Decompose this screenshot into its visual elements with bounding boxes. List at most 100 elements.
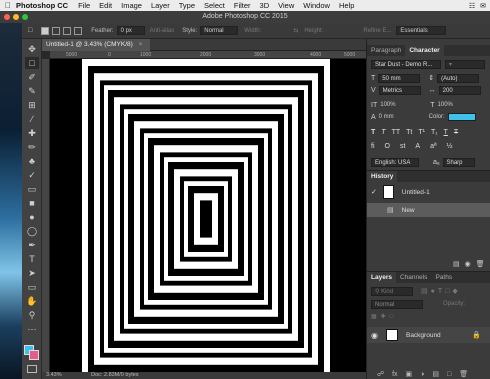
link-layers-icon[interactable]: ☍ [377, 370, 384, 378]
menu-3d[interactable]: 3D [260, 1, 270, 10]
swash-icon[interactable]: О [385, 143, 390, 150]
menu-edit[interactable]: Edit [99, 1, 112, 10]
small-caps-icon[interactable]: Tt [406, 129, 412, 136]
document-tab[interactable]: Untitled-1 @ 3.43% (CMYK/8) × [42, 39, 150, 51]
mail-icon[interactable]: ✉ [480, 2, 486, 10]
canvas[interactable] [50, 59, 366, 379]
menu-image[interactable]: Image [121, 1, 142, 10]
language-select[interactable]: English: USA [371, 157, 419, 167]
eraser-tool-icon[interactable]: ▭ [25, 183, 39, 195]
text-color-swatch[interactable] [447, 113, 476, 121]
status-zoom[interactable]: 3.43% [46, 372, 62, 378]
brush-tool-icon[interactable]: ✏ [25, 141, 39, 153]
layer-style-icon[interactable]: fx [392, 371, 397, 378]
menu-layer[interactable]: Layer [151, 1, 170, 10]
underline-icon[interactable]: T [444, 129, 448, 136]
path-selection-tool-icon[interactable]: ➤ [25, 267, 39, 279]
lasso-tool-icon[interactable]: ✐ [25, 71, 39, 83]
all-caps-icon[interactable]: TT [392, 129, 401, 136]
menu-app-name[interactable]: Photoshop CC [16, 1, 68, 10]
leading-input[interactable]: (Auto) [437, 73, 480, 83]
menu-filter[interactable]: Filter [234, 1, 251, 10]
history-snapshot[interactable]: ✓ Untitled-1 [367, 184, 490, 200]
lock-icons[interactable]: ▦✚□ [371, 313, 397, 320]
menu-help[interactable]: Help [339, 1, 354, 10]
new-snapshot-icon[interactable]: ◉ [465, 260, 471, 268]
add-selection-icon[interactable] [52, 26, 61, 35]
wifi-icon[interactable]: ☷ [469, 2, 475, 10]
zoom-tool-icon[interactable]: ⚲ [25, 309, 39, 321]
new-group-icon[interactable]: ▤ [432, 370, 439, 378]
dodge-tool-icon[interactable]: ◯ [25, 225, 39, 237]
tab-paths[interactable]: Paths [431, 272, 456, 283]
history-state[interactable]: ▤ New [367, 203, 490, 217]
antialias-select[interactable]: Sharp [442, 157, 475, 167]
vertical-scale-input[interactable]: 100% [380, 102, 430, 108]
menu-window[interactable]: Window [303, 1, 330, 10]
intersect-selection-icon[interactable] [74, 26, 83, 35]
crop-tool-icon[interactable]: ⊞ [25, 99, 39, 111]
faux-italic-icon[interactable]: T [381, 129, 385, 136]
ordinals-icon[interactable]: aª [430, 143, 436, 150]
swap-dimensions-icon[interactable]: ⇆ [293, 27, 298, 34]
layer-filter-select[interactable]: ⚲ Kind [371, 286, 413, 296]
clone-stamp-tool-icon[interactable]: ♣ [25, 155, 39, 167]
rectangle-tool-icon[interactable]: ▭ [25, 281, 39, 293]
workspace-select[interactable]: Essentials [396, 26, 447, 35]
kerning-select[interactable]: Metrics [378, 85, 421, 95]
quick-select-tool-icon[interactable]: ✎ [25, 85, 39, 97]
pen-tool-icon[interactable]: ✒ [25, 239, 39, 251]
move-tool-icon[interactable]: ✥ [25, 43, 39, 55]
menu-type[interactable]: Type [179, 1, 195, 10]
apple-menu-icon[interactable]:  [0, 1, 16, 10]
menu-select[interactable]: Select [204, 1, 225, 10]
tab-history[interactable]: History [367, 171, 398, 182]
menu-view[interactable]: View [278, 1, 294, 10]
horizontal-scale-input[interactable]: 100% [438, 102, 453, 108]
tab-character[interactable]: Character [405, 45, 444, 56]
strikethrough-icon[interactable]: T [454, 129, 458, 136]
marquee-tool-icon[interactable]: □ [25, 57, 39, 69]
close-tab-icon[interactable]: × [139, 41, 143, 48]
layer-filter-icons[interactable]: ▤●T□◆ [421, 287, 461, 295]
baseline-shift-input[interactable]: 0 mm [379, 114, 429, 120]
eyedropper-tool-icon[interactable]: ⁄ [25, 113, 39, 125]
antialias-checkbox[interactable]: Anti-alias [150, 28, 175, 34]
feather-input[interactable]: 0 px [116, 26, 145, 35]
style-select[interactable]: Normal [200, 26, 239, 35]
blur-tool-icon[interactable]: ● [25, 211, 39, 223]
new-document-from-state-icon[interactable]: ▤ [453, 260, 460, 268]
titling-alternates-icon[interactable]: A [415, 143, 420, 150]
menu-file[interactable]: File [78, 1, 90, 10]
subscript-icon[interactable]: T₁ [431, 129, 438, 136]
healing-brush-tool-icon[interactable]: ✚ [25, 127, 39, 139]
blend-mode-select[interactable]: Normal [371, 299, 423, 309]
tab-channels[interactable]: Channels [396, 272, 431, 283]
new-layer-icon[interactable]: □ [447, 371, 451, 378]
superscript-icon[interactable]: T¹ [418, 129, 425, 136]
subtract-selection-icon[interactable] [63, 26, 72, 35]
hand-tool-icon[interactable]: ✋ [25, 295, 39, 307]
font-family-select[interactable]: Star Dust - Demo R... [371, 59, 441, 69]
new-selection-icon[interactable] [41, 26, 50, 35]
fractions-icon[interactable]: ½ [447, 143, 453, 150]
marquee-preset-icon[interactable]: □ [28, 27, 32, 34]
history-brush-tool-icon[interactable]: ✓ [25, 169, 39, 181]
delete-layer-icon[interactable]: 🗑 [459, 370, 468, 378]
more-tools-icon[interactable]: ⋯ [25, 323, 39, 335]
refine-edge-button[interactable]: Refine E... [363, 28, 391, 34]
background-color-swatch[interactable] [29, 350, 39, 360]
history-brush-source-icon[interactable]: ✓ [371, 188, 377, 196]
layer-row[interactable]: ◉ Background 🔒 [367, 327, 490, 343]
delete-state-icon[interactable]: 🗑 [476, 260, 485, 268]
quick-mask-icon[interactable] [27, 365, 37, 373]
font-size-input[interactable]: 50 mm [378, 73, 421, 83]
faux-bold-icon[interactable]: T [371, 129, 375, 136]
tab-layers[interactable]: Layers [367, 272, 396, 283]
tab-paragraph[interactable]: Paragraph [367, 45, 405, 56]
adjustment-layer-icon[interactable]: ◑ [420, 371, 424, 378]
type-tool-icon[interactable]: T [25, 253, 39, 265]
layer-mask-icon[interactable]: ▣ [406, 370, 413, 378]
ligatures-icon[interactable]: fi [371, 143, 375, 150]
tracking-input[interactable]: 200 [438, 85, 481, 95]
